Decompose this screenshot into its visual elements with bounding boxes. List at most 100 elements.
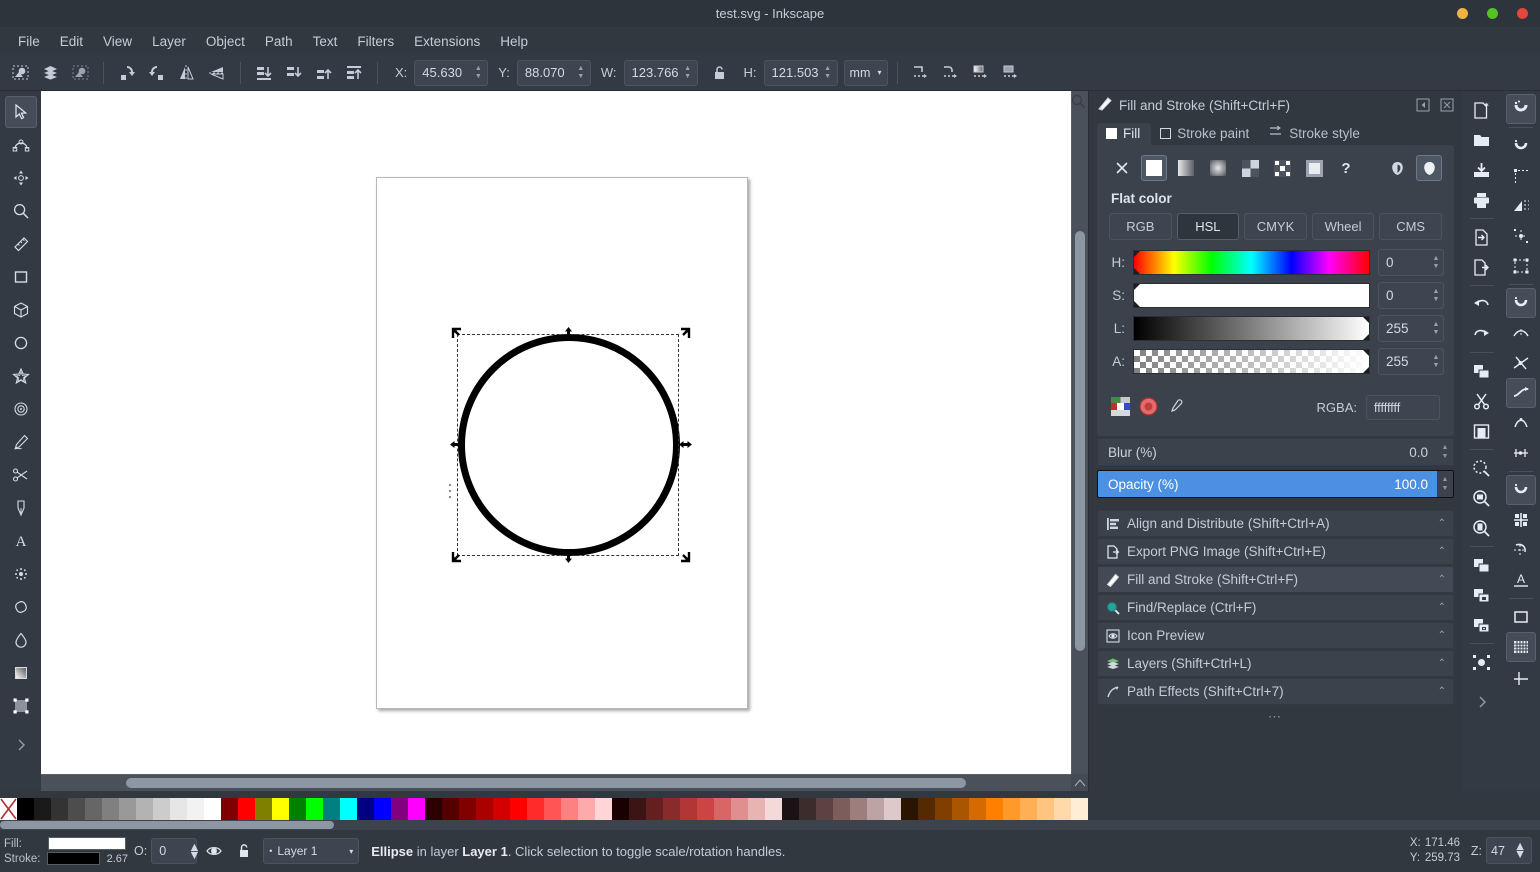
dialog-find-replace[interactable]: Find/Replace (Ctrl+F) ⌃ [1097, 594, 1454, 621]
spray-tool[interactable] [5, 558, 37, 590]
palette-swatch[interactable] [357, 798, 374, 820]
saturation-spinner[interactable]: ▲ ▼ [1429, 288, 1443, 303]
w-field[interactable]: ▲▼ [623, 59, 698, 86]
palette-swatch[interactable] [799, 798, 816, 820]
chevron-up-icon-5[interactable]: ⌃ [1438, 630, 1446, 641]
palette-swatch[interactable] [782, 798, 799, 820]
stroke-swatch[interactable] [46, 852, 100, 865]
color-managed-icon[interactable] [1139, 396, 1158, 419]
snap-text-baseline-icon[interactable]: A [1506, 565, 1536, 595]
palette-swatch[interactable] [255, 798, 272, 820]
color-mode-cmyk[interactable]: CMYK [1244, 213, 1307, 240]
w-input[interactable] [624, 65, 681, 80]
palette-swatch[interactable] [697, 798, 714, 820]
x-field[interactable]: ▲▼ [414, 59, 489, 86]
more-tools-button[interactable] [5, 729, 37, 761]
snap-path-intersection-icon[interactable] [1506, 348, 1536, 378]
palette-swatch[interactable] [595, 798, 612, 820]
palette-swatch[interactable] [731, 798, 748, 820]
scale-handle-n[interactable] [562, 327, 575, 340]
open-document-icon[interactable] [1467, 125, 1497, 155]
color-mode-hsl[interactable]: HSL [1176, 213, 1240, 240]
mesh-gradient-paint-button[interactable] [1301, 155, 1327, 181]
canvas-horizontal-scrollbar[interactable] [41, 775, 1071, 791]
palette-swatch[interactable] [136, 798, 153, 820]
palette-swatch[interactable] [374, 798, 391, 820]
palette-swatch[interactable] [17, 798, 34, 820]
blur-spinner[interactable]: ▲ ▼ [1437, 439, 1453, 465]
node-tool[interactable] [5, 129, 37, 161]
palette-swatch[interactable] [425, 798, 442, 820]
palette-swatch[interactable] [748, 798, 765, 820]
flip-horizontal-icon[interactable] [173, 59, 201, 87]
y-field[interactable]: ▲▼ [516, 59, 591, 86]
eraser-tool[interactable] [5, 591, 37, 623]
fill-indicator-row[interactable]: Fill: [4, 836, 128, 851]
unknown-paint-button[interactable]: ? [1333, 155, 1359, 181]
dialog-export-png[interactable]: Export PNG Image (Shift+Ctrl+E) ⌃ [1097, 538, 1454, 565]
palette-swatch[interactable] [714, 798, 731, 820]
zoom-spinner[interactable]: ▲ ▼ [1509, 840, 1531, 861]
scissors-tool[interactable] [5, 459, 37, 491]
palette-swatch[interactable] [816, 798, 833, 820]
canvas-corner-button[interactable] [1071, 774, 1088, 791]
maximize-button[interactable] [1487, 8, 1498, 19]
palette-swatch[interactable] [527, 798, 544, 820]
zoom-drawing-icon[interactable] [1467, 483, 1497, 513]
x-input[interactable] [415, 65, 472, 80]
hue-value-field[interactable]: 0 ▲ ▼ [1378, 249, 1444, 276]
zoom-tool[interactable] [5, 195, 37, 227]
lower-icon[interactable] [280, 59, 308, 87]
palette-swatch[interactable] [51, 798, 68, 820]
unlock-icon[interactable] [231, 838, 257, 864]
palette-swatch[interactable] [289, 798, 306, 820]
menu-filters[interactable]: Filters [347, 31, 404, 52]
gradient-tool[interactable] [5, 657, 37, 689]
palette-swatch[interactable] [476, 798, 493, 820]
menu-view[interactable]: View [93, 31, 142, 52]
palette-swatch[interactable] [391, 798, 408, 820]
palette-swatch[interactable] [629, 798, 646, 820]
select-all-layers-icon[interactable] [36, 59, 64, 87]
dock-close-button[interactable] [1438, 96, 1456, 114]
dialog-overflow-indicator[interactable]: ⋯ [1089, 709, 1462, 725]
w-spinner[interactable]: ▲ ▼ [681, 65, 695, 80]
horizontal-scroll-thumb[interactable] [126, 778, 966, 788]
palette-swatch[interactable] [119, 798, 136, 820]
palette-swatch[interactable] [952, 798, 969, 820]
palette-swatch[interactable] [442, 798, 459, 820]
swatch-none[interactable] [0, 798, 17, 820]
palette-scroll-thumb[interactable] [0, 821, 334, 829]
scale-handle-s[interactable] [562, 550, 575, 563]
select-all-icon[interactable] [6, 59, 34, 87]
palette-swatch[interactable] [187, 798, 204, 820]
palette-swatch[interactable] [850, 798, 867, 820]
palette-swatch[interactable] [68, 798, 85, 820]
group-icon[interactable] [1467, 647, 1497, 677]
h-spinner[interactable]: ▲ ▼ [821, 65, 835, 80]
affect-patterns-icon[interactable] [997, 59, 1025, 87]
palette-swatch[interactable] [408, 798, 425, 820]
palette-swatch[interactable] [238, 798, 255, 820]
blur-row[interactable]: Blur (%) 0.0 ▲ ▼ [1097, 438, 1454, 466]
zoom-input[interactable]: 47 ▲ ▼ [1486, 837, 1532, 864]
pattern-button[interactable] [1237, 155, 1263, 181]
more-commands-icon[interactable] [1467, 687, 1497, 717]
palette-swatch[interactable] [1071, 798, 1088, 820]
snap-bbox-center-icon[interactable] [1506, 251, 1536, 281]
palette-swatch[interactable] [34, 798, 51, 820]
palette-swatch[interactable] [901, 798, 918, 820]
palette-swatch[interactable] [85, 798, 102, 820]
save-document-icon[interactable] [1467, 155, 1497, 185]
alpha-spinner[interactable]: ▲ ▼ [1429, 354, 1443, 369]
measure-tool[interactable] [5, 228, 37, 260]
zoom-page-icon[interactable] [1467, 513, 1497, 543]
lock-ratio-icon[interactable] [706, 59, 734, 87]
scale-handle-se[interactable] [679, 550, 692, 563]
hue-spinner[interactable]: ▲ ▼ [1429, 255, 1443, 270]
snap-rotation-center-icon[interactable] [1506, 535, 1536, 565]
palette-swatch[interactable] [646, 798, 663, 820]
no-paint-button[interactable] [1109, 155, 1135, 181]
palette-swatch[interactable] [493, 798, 510, 820]
selector-tool[interactable] [4, 96, 37, 128]
